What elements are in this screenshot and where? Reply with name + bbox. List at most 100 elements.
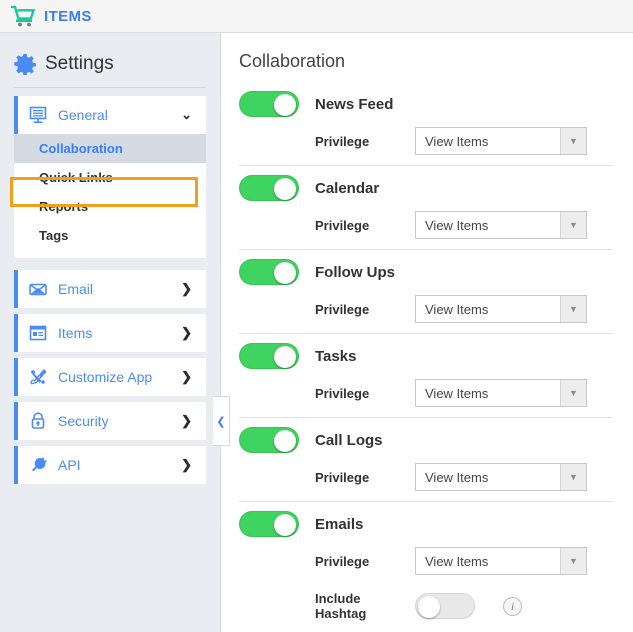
- sidebar-item-customize-app-label: Customize App: [58, 369, 153, 385]
- toggle-knob: [274, 178, 296, 200]
- sidebar-item-general-label: General: [58, 107, 108, 123]
- settings-title: Settings: [45, 53, 114, 74]
- toggle-news-feed[interactable]: [239, 91, 299, 117]
- chevron-down-icon[interactable]: ▼: [560, 296, 586, 322]
- tools-icon: [28, 367, 58, 387]
- sidebar-item-customize-app[interactable]: Customize App ❯: [14, 358, 206, 396]
- info-icon[interactable]: i: [503, 596, 522, 616]
- toggle-knob: [274, 262, 296, 284]
- privilege-label: Privilege: [315, 133, 370, 149]
- toggle-calendar[interactable]: [239, 175, 299, 201]
- toggle-tasks[interactable]: [239, 343, 299, 369]
- chevron-down-icon[interactable]: ▼: [560, 380, 586, 406]
- sidebar-item-items[interactable]: Items ❯: [14, 314, 206, 352]
- chevron-left-icon: ❮: [216, 415, 226, 428]
- gear-icon: [14, 53, 45, 75]
- toggle-include-hashtag[interactable]: [415, 593, 475, 619]
- privilege-label: Privilege: [315, 469, 370, 485]
- sidebar-item-tags[interactable]: Tags: [14, 221, 206, 250]
- privilege-value: View Items: [425, 469, 489, 485]
- privilege-value: View Items: [425, 553, 489, 569]
- toggle-follow-ups[interactable]: [239, 259, 299, 285]
- toggle-call-logs[interactable]: [239, 427, 299, 453]
- sidebar: Settings General ⌄ Collaboration Quick L…: [0, 33, 221, 632]
- privilege-select-emails[interactable]: View Items ▼: [415, 547, 587, 575]
- header-divider: [14, 87, 206, 88]
- feature-block-news-feed: News Feed Privilege View Items ▼: [239, 82, 613, 166]
- chevron-down-icon[interactable]: ▼: [560, 464, 586, 490]
- sidebar-item-general[interactable]: General ⌄: [14, 96, 206, 134]
- chevron-down-icon[interactable]: ⌄: [181, 107, 192, 123]
- sidebar-item-items-label: Items: [58, 325, 93, 341]
- chevron-down-icon[interactable]: ▼: [560, 212, 586, 238]
- sidebar-collapse-handle[interactable]: ❮: [213, 396, 230, 446]
- app-brand-title: ITEMS: [44, 7, 92, 25]
- chevron-right-icon[interactable]: ❯: [181, 369, 192, 385]
- privilege-select-follow-ups[interactable]: View Items ▼: [415, 295, 587, 323]
- feature-name-calendar: Calendar: [315, 179, 380, 197]
- sidebar-item-reports-label: Reports: [39, 199, 89, 214]
- sidebar-sublist-general: Collaboration Quick Links Reports Tags: [14, 134, 206, 258]
- feature-block-tasks: Tasks Privilege View Items ▼: [239, 334, 613, 418]
- toggle-knob: [418, 596, 440, 618]
- chevron-right-icon[interactable]: ❯: [181, 281, 192, 297]
- chevron-right-icon[interactable]: ❯: [181, 325, 192, 341]
- envelope-icon: [28, 279, 58, 299]
- privilege-value: View Items: [425, 133, 489, 149]
- content-panel: Collaboration News Feed Privilege View I…: [221, 33, 633, 632]
- feature-block-emails: Emails Privilege View Items ▼ Include Ha…: [239, 502, 613, 631]
- include-hashtag-label: Include Hashtag: [315, 591, 367, 621]
- feature-block-calendar: Calendar Privilege View Items ▼: [239, 166, 613, 250]
- feature-block-call-logs: Call Logs Privilege View Items ▼: [239, 418, 613, 502]
- top-bar: ITEMS: [0, 0, 633, 33]
- sidebar-item-tags-label: Tags: [39, 228, 69, 243]
- settings-header: Settings: [0, 33, 220, 85]
- toggle-knob: [274, 94, 296, 116]
- privilege-value: View Items: [425, 217, 489, 233]
- sidebar-item-reports[interactable]: Reports: [14, 192, 206, 221]
- chevron-down-icon[interactable]: ▼: [560, 128, 586, 154]
- feature-block-follow-ups: Follow Ups Privilege View Items ▼: [239, 250, 613, 334]
- monitor-icon: [28, 105, 58, 125]
- privilege-label: Privilege: [315, 217, 370, 233]
- sidebar-item-api[interactable]: API ❯: [14, 446, 206, 484]
- privilege-value: View Items: [425, 385, 489, 401]
- toggle-knob: [274, 346, 296, 368]
- lock-icon: [28, 411, 58, 431]
- toggle-knob: [274, 514, 296, 536]
- sidebar-item-api-label: API: [58, 457, 81, 473]
- sidebar-item-security-label: Security: [58, 413, 109, 429]
- toggle-knob: [274, 430, 296, 452]
- feature-name-tasks: Tasks: [315, 347, 357, 365]
- shopping-cart-icon: [10, 5, 44, 27]
- include-hashtag-row: Include Hashtag i: [239, 591, 613, 621]
- window-list-icon: [28, 323, 58, 343]
- sidebar-item-quick-links-label: Quick Links: [39, 170, 113, 185]
- chevron-down-icon[interactable]: ▼: [560, 548, 586, 574]
- privilege-label: Privilege: [315, 385, 370, 401]
- chevron-right-icon[interactable]: ❯: [181, 457, 192, 473]
- privilege-select-news-feed[interactable]: View Items ▼: [415, 127, 587, 155]
- privilege-label: Privilege: [315, 301, 370, 317]
- sidebar-item-collaboration[interactable]: Collaboration: [14, 134, 206, 163]
- privilege-select-calendar[interactable]: View Items ▼: [415, 211, 587, 239]
- sidebar-item-email-label: Email: [58, 281, 94, 297]
- privilege-label: Privilege: [315, 553, 370, 569]
- feature-name-emails: Emails: [315, 515, 364, 533]
- feature-name-follow-ups: Follow Ups: [315, 263, 395, 281]
- sidebar-item-email[interactable]: Email ❯: [14, 270, 206, 308]
- sidebar-item-security[interactable]: Security ❯: [14, 402, 206, 440]
- feature-name-news-feed: News Feed: [315, 95, 394, 113]
- privilege-select-call-logs[interactable]: View Items ▼: [415, 463, 587, 491]
- feature-name-call-logs: Call Logs: [315, 431, 383, 449]
- nav-group-general: General ⌄ Collaboration Quick Links Repo…: [14, 96, 206, 484]
- privilege-select-tasks[interactable]: View Items ▼: [415, 379, 587, 407]
- sidebar-item-quick-links[interactable]: Quick Links: [14, 163, 206, 192]
- plug-icon: [28, 455, 58, 475]
- sidebar-item-collaboration-label: Collaboration: [39, 141, 123, 156]
- chevron-right-icon[interactable]: ❯: [181, 413, 192, 429]
- toggle-emails[interactable]: [239, 511, 299, 537]
- page-title: Collaboration: [239, 51, 346, 71]
- privilege-value: View Items: [425, 301, 489, 317]
